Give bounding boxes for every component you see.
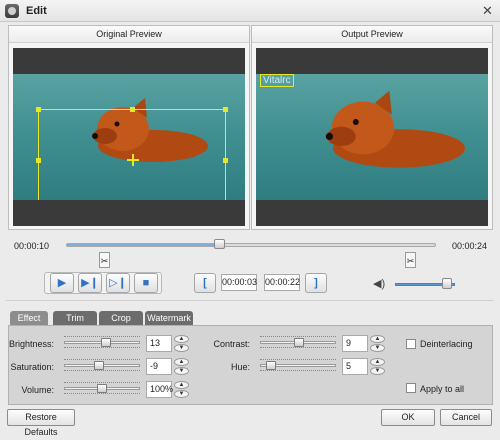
hue-slider[interactable] [260, 359, 336, 371]
ok-button[interactable]: OK [381, 409, 435, 426]
restore-defaults-button[interactable]: Restore Defaults [7, 409, 75, 437]
tab-effect[interactable]: Effect [10, 311, 48, 325]
hue-value[interactable]: 5 [342, 358, 368, 375]
contrast-thumb[interactable] [294, 338, 304, 347]
brightness-label: Brightness: [8, 339, 54, 349]
set-end-button[interactable]: ] [305, 273, 327, 293]
saturation-value[interactable]: -9 [146, 358, 172, 375]
crop-handle[interactable] [223, 107, 228, 112]
down-arrow-icon[interactable]: ▼ [174, 390, 189, 398]
tab-crop[interactable]: Crop [99, 311, 143, 325]
saturation-thumb[interactable] [94, 361, 104, 370]
crop-handle[interactable] [223, 158, 228, 163]
watermark-text[interactable]: Vitalrc [260, 74, 294, 87]
contrast-stepper[interactable]: 9 ▲ ▼ [342, 335, 386, 352]
contrast-slider[interactable] [260, 336, 336, 348]
up-arrow-icon[interactable]: ▲ [370, 335, 385, 343]
current-time: 00:00:10 [14, 241, 50, 251]
volume-effect-slider[interactable] [64, 382, 140, 394]
saturation-label: Saturation: [10, 362, 54, 372]
deinterlacing-label: Deinterlacing [420, 339, 473, 349]
original-preview-title: Original Preview [9, 26, 249, 43]
cancel-button[interactable]: Cancel [440, 409, 492, 426]
down-arrow-icon[interactable]: ▼ [370, 344, 385, 352]
volume-effect-thumb[interactable] [97, 384, 107, 393]
down-arrow-icon[interactable]: ▼ [370, 367, 385, 375]
volume-thumb[interactable] [442, 278, 452, 289]
speaker-icon[interactable]: ◀) [373, 277, 385, 290]
crop-handle[interactable] [36, 158, 41, 163]
seek-bar[interactable] [66, 243, 436, 247]
contrast-value[interactable]: 9 [342, 335, 368, 352]
seek-thumb[interactable] [214, 239, 225, 249]
start-time-field[interactable]: 00:00:03 [221, 274, 257, 291]
title-bar: Edit ✕ [0, 0, 500, 22]
original-video [13, 48, 245, 226]
close-button[interactable]: ✕ [481, 4, 494, 17]
play-button[interactable]: ▶ [50, 273, 74, 293]
seek-progress [67, 244, 222, 246]
crop-rectangle[interactable] [36, 107, 228, 200]
crop-handle[interactable] [130, 107, 135, 112]
apply-to-all-checkbox[interactable] [406, 383, 416, 393]
set-start-button[interactable]: [ [194, 273, 216, 293]
divider [6, 300, 494, 301]
output-preview-panel: Output Preview Vitalrc [251, 25, 493, 230]
original-preview-panel: Original Preview [8, 25, 250, 230]
volume-stepper[interactable]: 100% ▲ ▼ [146, 381, 190, 398]
hue-stepper[interactable]: 5 ▲ ▼ [342, 358, 386, 375]
output-video-frame: Vitalrc [256, 74, 488, 200]
video-subject-image [325, 90, 465, 168]
crop-handle[interactable] [36, 107, 41, 112]
up-arrow-icon[interactable]: ▲ [174, 335, 189, 343]
window-title: Edit [26, 5, 47, 17]
total-time: 00:00:24 [452, 241, 488, 251]
up-arrow-icon[interactable]: ▲ [174, 381, 189, 389]
brightness-stepper[interactable]: 13 ▲ ▼ [146, 335, 190, 352]
crop-center-crosshair[interactable] [127, 154, 139, 166]
brightness-thumb[interactable] [101, 338, 111, 347]
original-video-frame [13, 74, 245, 200]
down-arrow-icon[interactable]: ▼ [174, 344, 189, 352]
hue-thumb[interactable] [266, 361, 276, 370]
hue-label: Hue: [230, 362, 250, 372]
tab-trim[interactable]: Trim [53, 311, 97, 325]
volume-label: Volume: [21, 385, 54, 395]
brightness-slider[interactable] [64, 336, 140, 348]
app-icon [5, 4, 19, 18]
saturation-slider[interactable] [64, 359, 140, 371]
next-frame-button[interactable]: ▷❙ [106, 273, 130, 293]
end-time-field[interactable]: 00:00:22 [264, 274, 300, 291]
down-arrow-icon[interactable]: ▼ [174, 367, 189, 375]
output-preview-title: Output Preview [252, 26, 492, 43]
stop-button[interactable]: ■ [134, 273, 158, 293]
contrast-label: Contrast: [213, 339, 250, 349]
deinterlacing-checkbox[interactable] [406, 339, 416, 349]
trim-end-marker[interactable]: ✂ [405, 252, 416, 268]
tab-watermark[interactable]: Watermark [145, 311, 193, 325]
saturation-stepper[interactable]: -9 ▲ ▼ [146, 358, 190, 375]
step-forward-button[interactable]: ▶❙ [78, 273, 102, 293]
up-arrow-icon[interactable]: ▲ [174, 358, 189, 366]
brightness-value[interactable]: 13 [146, 335, 172, 352]
volume-value[interactable]: 100% [146, 381, 173, 398]
trim-start-marker[interactable]: ✂ [99, 252, 110, 268]
output-video: Vitalrc [256, 48, 488, 226]
apply-to-all-label: Apply to all [420, 384, 465, 394]
up-arrow-icon[interactable]: ▲ [370, 358, 385, 366]
